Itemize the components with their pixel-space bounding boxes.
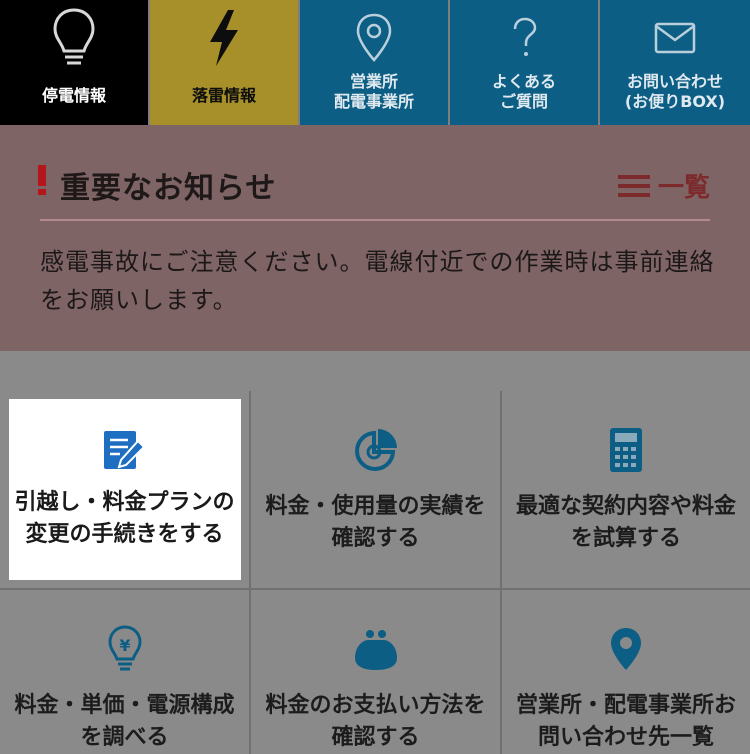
question-icon (509, 0, 539, 76)
exclamation-icon (38, 165, 46, 195)
notice-text[interactable]: 感電事故にご注意ください。電線付近での作業時は事前連絡をお願いします。 (40, 243, 720, 319)
tile-usage-history[interactable]: 料金・使用量の実績を確認する (251, 391, 500, 588)
tile-usage-history-label: 料金・使用量の実績を確認する (265, 494, 486, 551)
purse-icon (353, 616, 399, 672)
calculator-icon (608, 417, 644, 473)
tile-office-contacts[interactable]: 営業所・配電事業所お問い合わせ先一覧 (502, 590, 750, 754)
menu-icon (617, 174, 650, 197)
location-pin-icon (608, 616, 644, 672)
nav-outage-info[interactable]: 停電情報 (0, 0, 150, 125)
notice-list-label: 一覧 (657, 173, 710, 203)
nav-lightning-label: 落雷情報 (191, 86, 256, 105)
nav-office[interactable]: 営業所 配電事業所 (300, 0, 450, 125)
notice-divider (40, 219, 710, 221)
nav-contact-label: お問い合わせ (お便りBOX) (624, 72, 726, 111)
nav-lightning-info[interactable]: 落雷情報 (150, 0, 300, 125)
nav-office-label: 営業所 配電事業所 (333, 72, 414, 111)
lightbulb-icon (52, 0, 96, 76)
location-pin-icon (354, 0, 394, 76)
nav-faq[interactable]: よくある ご質問 (450, 0, 600, 125)
tile-plan-simulation[interactable]: 最適な契約内容や料金を試算する (502, 391, 750, 588)
tile-move-plan-change-label: 引越し・料金プランの変更の手続きをする (14, 490, 235, 547)
yen-bulb-icon: ¥ (107, 616, 143, 672)
pie-chart-icon (353, 417, 399, 473)
nav-outage-label: 停電情報 (41, 86, 106, 105)
svg-text:¥: ¥ (119, 636, 130, 655)
tile-payment-methods-label: 料金のお支払い方法を確認する (265, 693, 486, 750)
tile-plan-simulation-label: 最適な契約内容や料金を試算する (515, 494, 736, 551)
notice-title: 重要なお知らせ (60, 171, 277, 206)
tile-rates-power-mix[interactable]: ¥ 料金・単価・電源構成を調べる (0, 590, 249, 754)
important-notice: 重要なお知らせ 一覧 感電事故にご注意ください。電線付近での作業時は事前連絡をお… (0, 125, 750, 351)
tile-office-contacts-label: 営業所・配電事業所お問い合わせ先一覧 (515, 693, 736, 750)
notice-list-link[interactable]: 一覧 (617, 167, 710, 204)
nav-faq-label: よくある ご質問 (491, 72, 556, 111)
tile-rates-power-mix-label: 料金・単価・電源構成を調べる (14, 693, 235, 750)
menu-grid: 引越し・料金プランの変更の手続きをする 料金・使用量の実績を確認する 最適な契約… (0, 391, 750, 754)
mail-icon (653, 0, 697, 76)
document-edit-icon (102, 417, 148, 473)
top-nav: 停電情報 落雷情報 営業所 配電事業所 よくある ご質問 お問い合わせ (お便り… (0, 0, 750, 125)
tile-payment-methods[interactable]: 料金のお支払い方法を確認する (251, 590, 500, 754)
lightning-icon (206, 0, 242, 76)
tile-move-plan-change[interactable]: 引越し・料金プランの変更の手続きをする (0, 391, 249, 588)
nav-contact[interactable]: お問い合わせ (お便りBOX) (600, 0, 750, 125)
